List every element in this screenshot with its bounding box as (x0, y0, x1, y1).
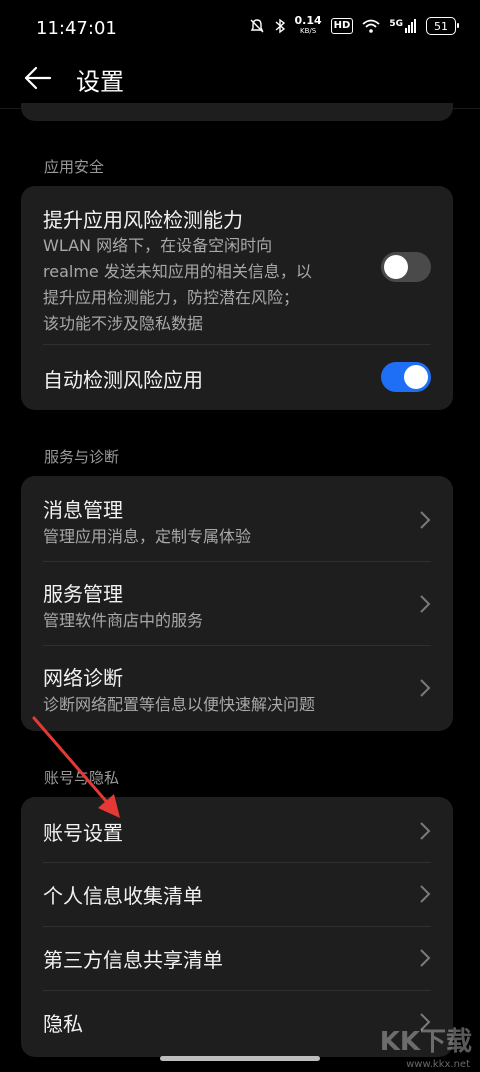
toggle-knob (404, 365, 428, 389)
previous-card-edge (21, 103, 453, 121)
service-diagnosis-card: 消息管理 管理应用消息，定制专属体验 服务管理 管理软件商店中的服务 网络诊断 … (21, 476, 453, 731)
status-time: 11:47:01 (36, 18, 117, 39)
network-type: 5G (389, 19, 403, 29)
page-title: 设置 (76, 68, 124, 96)
risk-detection-row[interactable]: 提升应用风险检测能力 WLAN 网络下，在设备空闲时向 realme 发送未知应… (21, 186, 453, 336)
list-item-personal-info-list[interactable]: 个人信息收集清单 (21, 863, 453, 926)
list-item-service-management[interactable]: 服务管理 管理软件商店中的服务 (21, 562, 453, 645)
risk-detection-desc: WLAN 网络下，在设备空闲时向 realme 发送未知应用的相关信息，以 提升… (43, 236, 312, 333)
list-item-message-management[interactable]: 消息管理 管理应用消息，定制专属体验 (21, 476, 453, 561)
wifi-icon (362, 19, 380, 33)
item-subtitle: 管理软件商店中的服务 (43, 611, 204, 630)
net-speed: 0.14 KB/S (294, 14, 322, 35)
watermark-url: www.kkx.net (406, 1059, 470, 1070)
chevron-right-icon (420, 511, 431, 529)
chevron-right-icon (420, 595, 431, 613)
chevron-right-icon (420, 822, 431, 840)
top-app-bar: 设置 (0, 56, 480, 109)
app-security-card: 提升应用风险检测能力 WLAN 网络下，在设备空闲时向 realme 发送未知应… (21, 186, 453, 410)
hd-badge: HD (330, 18, 354, 34)
risk-detection-title: 提升应用风险检测能力 (43, 208, 243, 232)
auto-detect-row[interactable]: 自动检测风险应用 (21, 345, 453, 410)
item-title: 消息管理 (43, 498, 123, 522)
chevron-right-icon (420, 949, 431, 967)
chevron-right-icon (420, 679, 431, 697)
back-arrow-icon[interactable] (22, 62, 54, 94)
watermark-logo: KK下载 (379, 1027, 472, 1057)
list-item-third-party-sharing[interactable]: 第三方信息共享清单 (21, 927, 453, 990)
status-bar: 11:47:01 0.14 KB/S HD 5G 51 (0, 0, 480, 56)
risk-detection-toggle[interactable] (381, 252, 431, 282)
home-indicator[interactable] (160, 1056, 320, 1061)
item-title: 服务管理 (43, 582, 123, 606)
item-title: 个人信息收集清单 (43, 884, 203, 908)
cellular-signal: 5G (389, 19, 417, 33)
bluetooth-icon (275, 18, 285, 34)
battery-icon: 51 (426, 17, 459, 35)
item-title: 隐私 (43, 1012, 83, 1036)
item-subtitle: 管理应用消息，定制专属体验 (43, 527, 252, 546)
mute-bell-icon (250, 19, 264, 33)
toggle-knob (384, 255, 408, 279)
auto-detect-toggle[interactable] (381, 362, 431, 392)
status-icons: 0.14 KB/S HD 5G 51 (249, 14, 459, 36)
auto-detect-title: 自动检测风险应用 (43, 368, 203, 392)
annotation-arrow-icon (32, 716, 120, 818)
signal-bars-icon (405, 19, 416, 33)
item-title: 第三方信息共享清单 (43, 948, 223, 972)
section-label-app-security: 应用安全 (44, 158, 105, 176)
account-privacy-card: 账号设置 个人信息收集清单 第三方信息共享清单 隐私 (21, 797, 453, 1057)
chevron-right-icon (420, 885, 431, 903)
item-title: 网络诊断 (43, 666, 123, 690)
section-label-service-diagnosis: 服务与诊断 (44, 448, 120, 466)
